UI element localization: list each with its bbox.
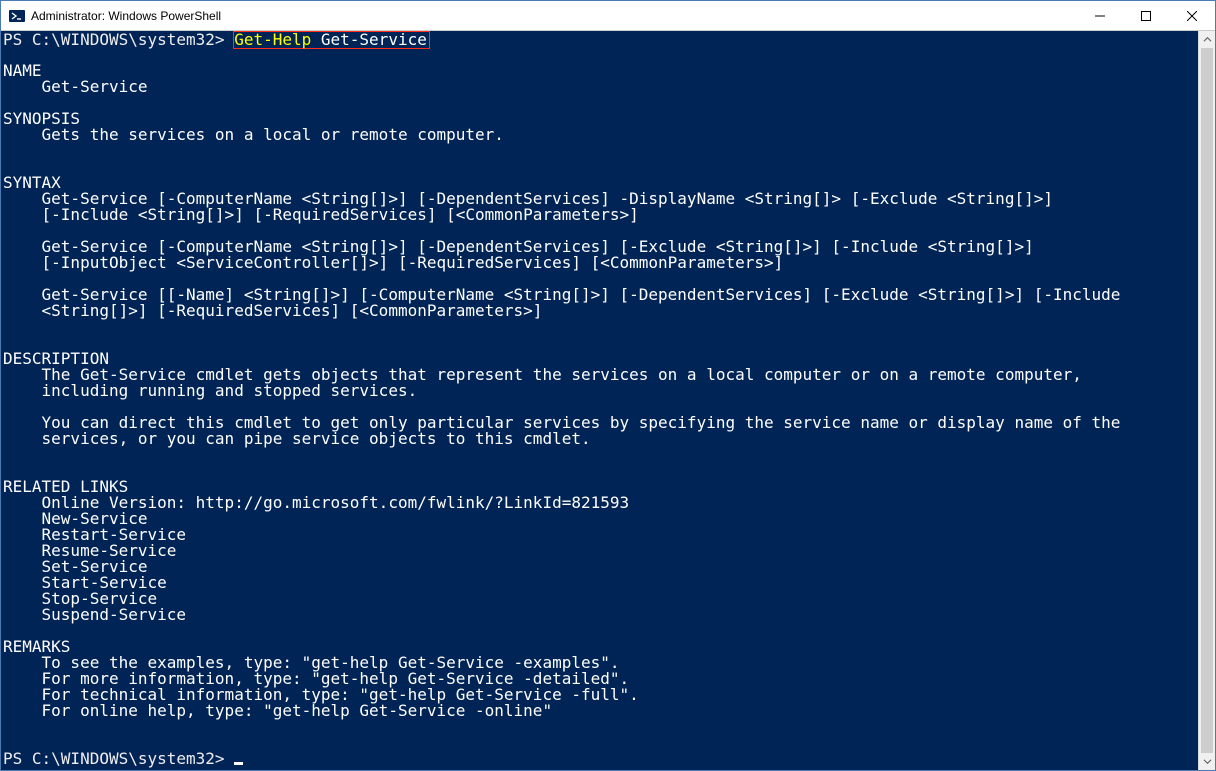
minimize-button[interactable] xyxy=(1077,1,1123,31)
help-synopsis: Gets the services on a local or remote c… xyxy=(3,127,1198,143)
command-name: Get-Help xyxy=(234,31,311,49)
related-link-line: Set-Service xyxy=(3,559,1198,575)
related-link-line: Suspend-Service xyxy=(3,607,1198,623)
prompt: PS C:\WINDOWS\system32> xyxy=(3,31,234,49)
vertical-scrollbar[interactable] xyxy=(1198,31,1215,770)
scroll-down-button[interactable] xyxy=(1199,753,1215,770)
scrollbar-thumb[interactable] xyxy=(1201,48,1213,753)
close-button[interactable] xyxy=(1169,1,1215,31)
maximize-button[interactable] xyxy=(1123,1,1169,31)
section-header: NAME xyxy=(3,63,1198,79)
syntax-line: [-InputObject <ServiceController[]>] [-R… xyxy=(3,255,1198,271)
terminal-output[interactable]: PS C:\WINDOWS\system32> Get-Help Get-Ser… xyxy=(1,31,1198,770)
description-line: including running and stopped services. xyxy=(3,383,1198,399)
cursor xyxy=(234,762,243,765)
titlebar[interactable]: Administrator: Windows PowerShell xyxy=(1,1,1215,31)
window-title: Administrator: Windows PowerShell xyxy=(31,9,221,23)
scroll-up-button[interactable] xyxy=(1199,31,1215,48)
scrollbar-track[interactable] xyxy=(1199,48,1215,753)
client-area: PS C:\WINDOWS\system32> Get-Help Get-Ser… xyxy=(1,31,1215,770)
command-argument: Get-Service xyxy=(311,31,427,49)
help-name: Get-Service xyxy=(3,79,1198,95)
syntax-line: [-Include <String[]>] [-RequiredServices… xyxy=(3,207,1198,223)
powershell-window: Administrator: Windows PowerShell PS C:\… xyxy=(0,0,1216,771)
remarks-line: For online help, type: "get-help Get-Ser… xyxy=(3,703,1198,719)
related-link-line: Restart-Service xyxy=(3,527,1198,543)
powershell-icon xyxy=(9,8,25,24)
prompt: PS C:\WINDOWS\system32> xyxy=(3,749,234,768)
related-link-line: Online Version: http://go.microsoft.com/… xyxy=(3,495,1198,511)
syntax-line: <String[]>] [-RequiredServices] [<Common… xyxy=(3,303,1198,319)
related-link-line: Start-Service xyxy=(3,575,1198,591)
command-highlight-box: Get-Help Get-Service xyxy=(233,31,430,49)
description-line: services, or you can pipe service object… xyxy=(3,431,1198,447)
related-link-line: Resume-Service xyxy=(3,543,1198,559)
